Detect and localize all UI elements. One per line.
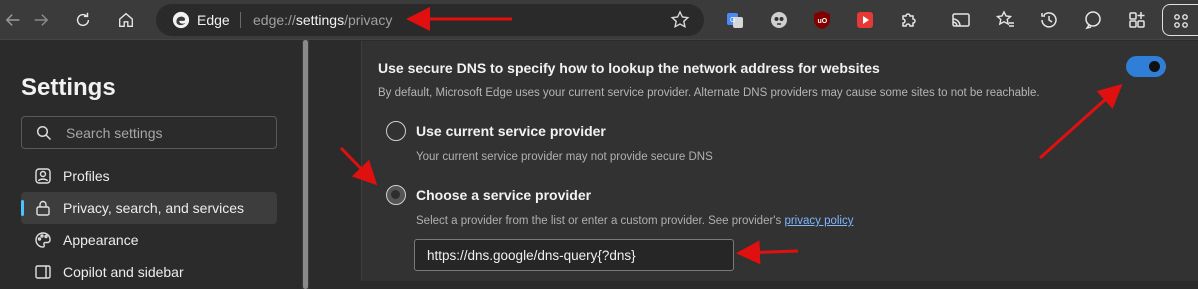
- video-extension-icon[interactable]: [854, 9, 876, 31]
- home-icon[interactable]: [112, 6, 140, 34]
- provider-input[interactable]: [414, 239, 734, 271]
- secure-dns-title: Use secure DNS to specify how to lookup …: [378, 60, 880, 76]
- edge-logo-icon: [172, 11, 190, 29]
- address-site-label: Edge: [197, 12, 230, 28]
- sidebar-item-profiles[interactable]: Profiles: [21, 160, 277, 192]
- forward-icon[interactable]: [26, 6, 54, 34]
- sidebar-item-appearance[interactable]: Appearance: [21, 224, 277, 256]
- sidebar-item-label: Copilot and sidebar: [63, 264, 184, 280]
- settings-sidebar: Settings Profiles Privacy, search, and s…: [0, 40, 305, 289]
- lock-icon: [36, 200, 50, 216]
- cast-icon[interactable]: [950, 9, 972, 31]
- owl-extension-icon[interactable]: [768, 9, 790, 31]
- address-bar[interactable]: Edge edge://settings/privacy: [156, 4, 704, 36]
- toggle-knob: [1149, 61, 1160, 72]
- svg-text:G: G: [730, 17, 735, 24]
- ublock-extension-icon[interactable]: uO: [811, 9, 833, 31]
- appearance-icon: [35, 232, 51, 248]
- refresh-icon[interactable]: [69, 6, 97, 34]
- page-title: Settings: [21, 74, 116, 101]
- svg-text:uO: uO: [818, 18, 828, 25]
- address-separator: [240, 12, 241, 28]
- option-current-provider-description: Your current service provider may not pr…: [416, 151, 713, 163]
- option-choose-provider-label[interactable]: Choose a service provider: [416, 187, 591, 203]
- profile-icon: [35, 168, 51, 184]
- sidebar-item-label: Appearance: [63, 232, 139, 248]
- sidebar-item-label: Privacy, search, and services: [63, 200, 245, 216]
- apps-icon: [1174, 14, 1188, 28]
- sidebar-scrollbar[interactable]: [302, 40, 309, 289]
- sidebar-icon: [35, 265, 51, 279]
- card-bottom-edge: [361, 281, 1198, 289]
- sidebar-item-copilot[interactable]: Copilot and sidebar: [21, 256, 277, 288]
- secure-dns-card: Use secure DNS to specify how to lookup …: [361, 41, 1198, 281]
- url-text[interactable]: edge://settings/privacy: [253, 12, 392, 28]
- scrollbar-thumb[interactable]: [303, 40, 308, 289]
- chat-icon[interactable]: [1082, 9, 1104, 31]
- privacy-policy-link[interactable]: privacy policy: [784, 215, 853, 227]
- secure-dns-toggle[interactable]: [1126, 56, 1166, 77]
- collections-icon[interactable]: [1126, 9, 1148, 31]
- radio-choose-provider[interactable]: [386, 185, 406, 205]
- sidebar-item-privacy[interactable]: Privacy, search, and services: [21, 192, 277, 224]
- favorites-icon[interactable]: [995, 9, 1017, 31]
- search-icon: [36, 125, 52, 141]
- profile-menu-button[interactable]: [1162, 4, 1198, 36]
- sidebar-item-label: Profiles: [63, 168, 110, 184]
- search-box[interactable]: [21, 116, 277, 149]
- search-input[interactable]: [66, 124, 266, 142]
- translate-extension-icon[interactable]: G: [724, 9, 746, 31]
- option-current-provider-label[interactable]: Use current service provider: [416, 123, 606, 139]
- favorite-star-icon[interactable]: [670, 10, 690, 30]
- extensions-puzzle-icon[interactable]: [898, 9, 920, 31]
- back-icon[interactable]: [0, 6, 28, 34]
- browser-toolbar: Edge edge://settings/privacy G uO: [0, 0, 1198, 40]
- history-icon[interactable]: [1038, 9, 1060, 31]
- secure-dns-description: By default, Microsoft Edge uses your cur…: [378, 87, 1040, 99]
- option-choose-provider-description: Select a provider from the list or enter…: [416, 215, 854, 227]
- radio-current-provider[interactable]: [386, 121, 406, 141]
